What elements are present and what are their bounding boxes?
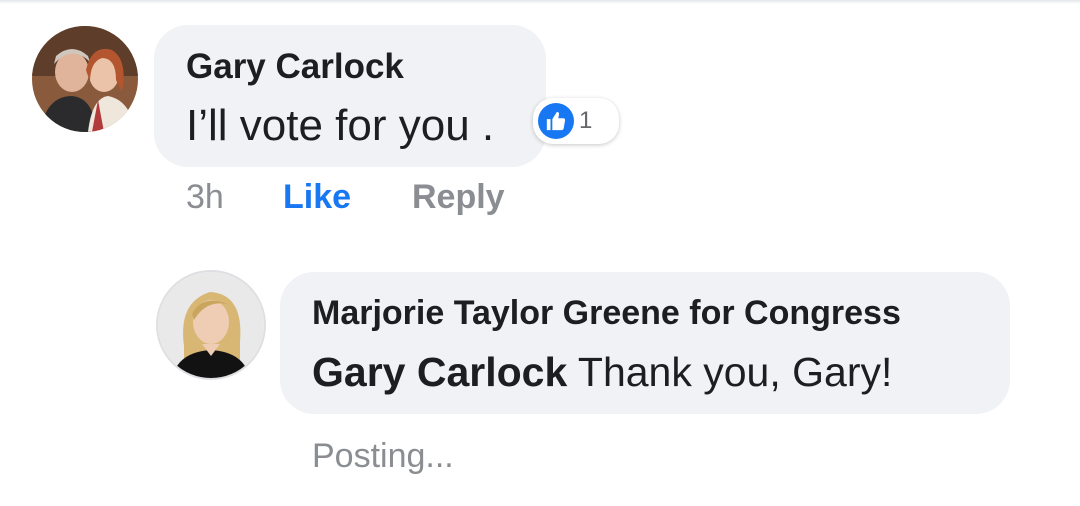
comment-author[interactable]: Gary Carlock [186,47,404,87]
reply-author[interactable]: Marjorie Taylor Greene for Congress [312,294,901,333]
divider [0,0,1080,4]
mention-link[interactable]: Gary Carlock [312,349,567,395]
reply-text-line: Gary Carlock Thank you, Gary! [312,349,892,396]
reply-text: Thank you, Gary! [577,349,893,395]
posting-status: Posting... [312,437,454,475]
reaction-count: 1 [579,107,593,134]
comment-text: I’ll vote for you . [186,101,495,150]
comment-timestamp: 3h [186,178,224,216]
reply-button[interactable]: Reply [412,178,505,217]
like-button[interactable]: Like [283,178,351,217]
reply-bubble: Marjorie Taylor Greene for Congress Gary… [280,272,1010,414]
comment-actions: 3h Like Reply [186,178,546,220]
avatar[interactable] [32,26,138,132]
avatar[interactable] [158,272,264,378]
thumbs-up-icon [538,103,574,139]
comment-bubble: Gary Carlock I’ll vote for you . [154,25,546,167]
reaction-summary[interactable]: 1 [533,98,619,144]
